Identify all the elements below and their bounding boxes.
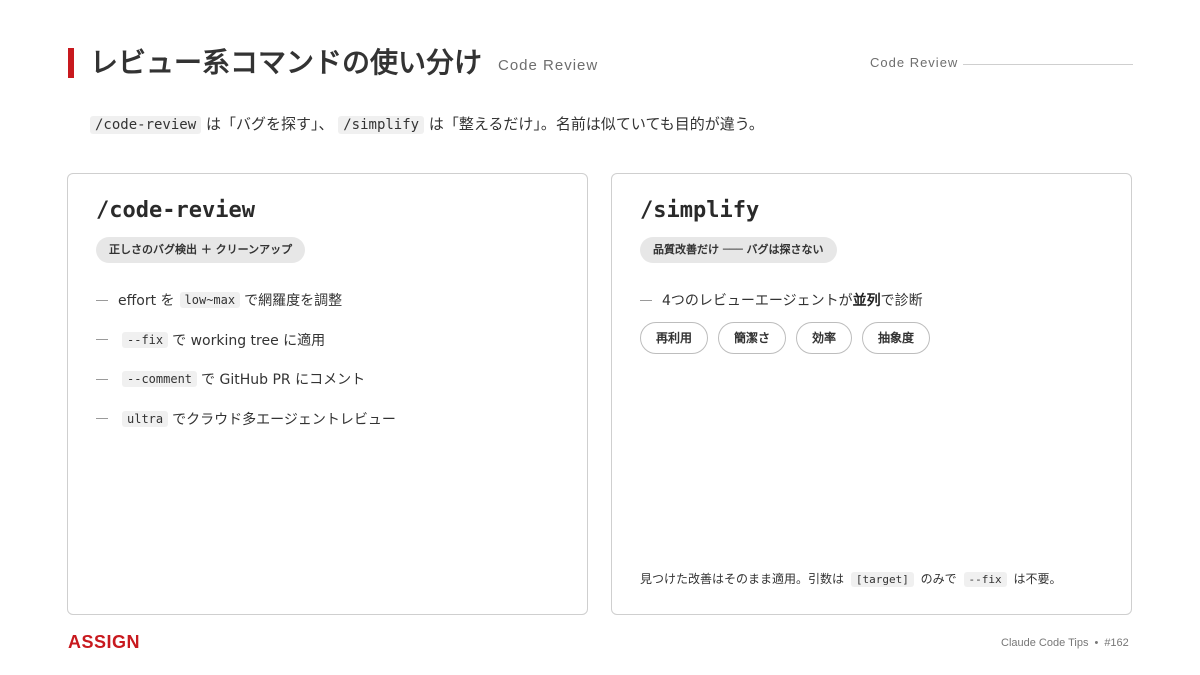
dash-bullet-icon: [96, 299, 108, 301]
separator-dot-icon: •: [1094, 637, 1099, 649]
target-arg-code: [target]: [850, 572, 914, 587]
footer-credit: Claude Code Tips • #162: [1001, 637, 1129, 649]
option-code: low~max: [179, 292, 241, 308]
dash-bullet-icon: [640, 299, 652, 301]
simplify-note: 見つけた改善はそのまま適用。引数は [target] のみで --fix は不要…: [640, 572, 1062, 587]
chip-reuse: 再利用: [640, 322, 709, 354]
chip-abstraction: 抽象度: [862, 322, 931, 354]
list-item: --fix で working tree に適用: [96, 328, 396, 352]
code-review-card-title: /code-review: [96, 198, 255, 223]
simplify-card: /simplify 品質改善だけ ─── バグは探さない 4つのレビューエージェ…: [611, 173, 1132, 615]
option-code: --comment: [122, 371, 198, 387]
section-label: Code Review: [870, 55, 959, 70]
page-title: レビュー系コマンドの使い分け: [90, 46, 483, 79]
chip-efficiency: 効率: [796, 322, 853, 354]
list-item: --comment で GitHub PR にコメント: [96, 367, 396, 391]
tip-number: #162: [1104, 637, 1129, 649]
simplify-card-title: /simplify: [640, 198, 760, 223]
agent-chip-group: 再利用 簡潔さ 効率 抽象度: [640, 322, 931, 354]
list-item: effort を low~max で網羅度を調整: [96, 288, 396, 312]
emphasis-text: 並列: [852, 293, 881, 309]
dash-bullet-icon: [96, 339, 108, 340]
list-item: ultra でクラウド多エージェントレビュー: [96, 407, 396, 431]
summary-text-1: は「バグを探す」、: [205, 115, 334, 133]
section-divider: [963, 64, 1133, 65]
summary-cmd-code-review: /code-review: [90, 116, 202, 134]
fix-flag-code: --fix: [963, 572, 1007, 587]
title-accent-bar: [68, 48, 74, 78]
code-review-card: /code-review 正しさのバグ検出 ＋ クリーンアップ effort を…: [67, 173, 588, 615]
simplify-tag: 品質改善だけ ─── バグは探さない: [640, 237, 837, 263]
dash-bullet-icon: [96, 418, 108, 419]
option-code: --fix: [122, 331, 169, 348]
code-review-tag: 正しさのバグ検出 ＋ クリーンアップ: [96, 237, 306, 263]
dash-bullet-icon: [96, 378, 108, 380]
list-item: 4つのレビューエージェントが 並列 で診断: [640, 288, 923, 312]
summary-cmd-simplify: /simplify: [338, 116, 425, 134]
page-title-subtitle: Code Review: [498, 57, 599, 74]
chip-conciseness: 簡潔さ: [718, 322, 787, 354]
assign-logo: ASSIGN: [68, 632, 141, 652]
summary-line: /code-review は「バグを探す」、 /simplify は「整えるだけ…: [90, 112, 764, 137]
series-name: Claude Code Tips: [1001, 637, 1089, 649]
code-review-feature-list: effort を low~max で網羅度を調整 --fix で working…: [96, 288, 396, 446]
option-code: ultra: [122, 410, 169, 427]
summary-text-2: は「整えるだけ」。名前は似ていても目的が違う。: [428, 115, 764, 133]
